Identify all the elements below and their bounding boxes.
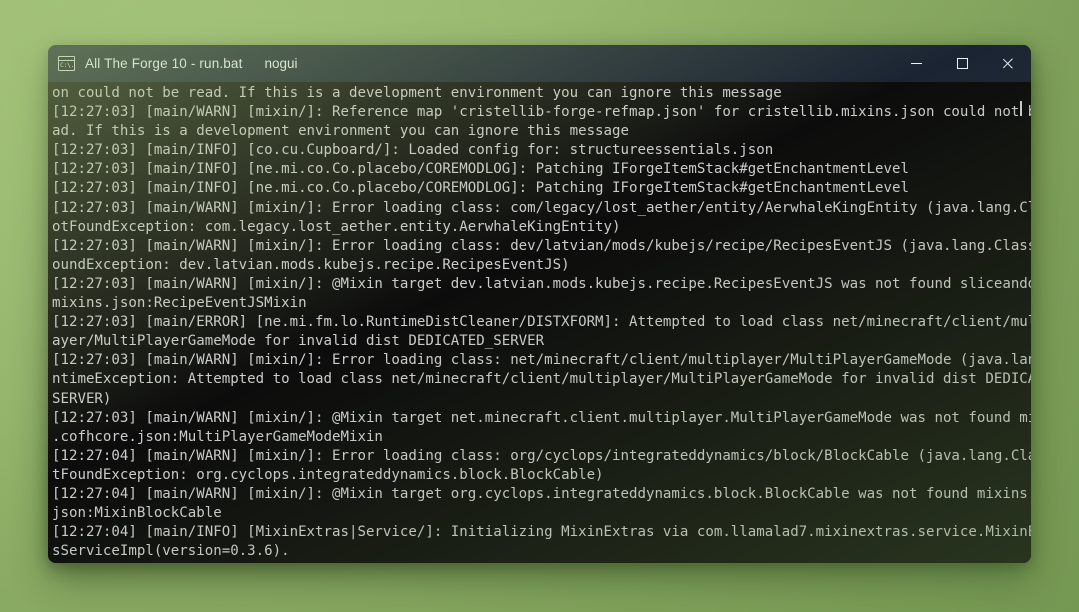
text-cursor: [1020, 101, 1022, 116]
desktop-background: ··· C:\. All The Forge 10 - run.bat nogu…: [0, 0, 1079, 612]
terminal-line: ntimeException: Attempted to load class …: [52, 371, 1031, 388]
terminal-line: [12:27:03] [main/INFO] [ne.mi.co.Co.plac…: [52, 180, 910, 197]
maximize-icon: [956, 58, 968, 69]
terminal-line: ad. If this is a development environment…: [52, 123, 629, 140]
terminal-line: oundException: dev.latvian.mods.kubejs.r…: [52, 256, 570, 273]
console-window: ··· C:\. All The Forge 10 - run.bat nogu…: [48, 45, 1031, 563]
cmd-icon-dots: ···: [64, 56, 73, 62]
terminal-line: mixins.json:RecipeEventJSMixin: [52, 295, 307, 312]
terminal-line: [12:27:03] [main/WARN] [mixin/]: Referen…: [52, 104, 1031, 121]
cmd-console-icon: ··· C:\.: [58, 56, 75, 71]
cmd-icon-prompt-text: C:\.: [60, 61, 75, 69]
terminal-line: .cofhcore.json:MultiPlayerGameModeMixin: [52, 428, 383, 445]
terminal-line: [12:27:03] [main/WARN] [mixin/]: @Mixin …: [52, 409, 1031, 426]
terminal-line: [12:27:04] [main/WARN] [mixin/]: Error l…: [52, 447, 1031, 464]
terminal-line: json:MixinBlockCable: [52, 505, 222, 522]
window-controls: [893, 45, 1031, 82]
terminal-line: [12:27:03] [main/ERROR] [ne.mi.fm.lo.Run…: [52, 314, 1031, 331]
terminal-line: SERVER): [52, 390, 112, 407]
window-title: All The Forge 10 - run.bat: [85, 56, 243, 71]
minimize-icon: [910, 63, 922, 64]
terminal-line: on could not be read. If this is a devel…: [52, 85, 782, 101]
window-title-args: nogui: [264, 56, 298, 71]
terminal-line: [12:27:04] [main/INFO] [MixinExtras|Serv…: [52, 524, 1031, 541]
close-icon: [1002, 57, 1015, 70]
terminal-line: [12:27:03] [main/INFO] [co.cu.Cupboard/]…: [52, 142, 774, 159]
terminal-line: otFoundException: com.legacy.lost_aether…: [52, 218, 621, 235]
title-bar-left-group: ··· C:\. All The Forge 10 - run.bat nogu…: [56, 56, 893, 71]
terminal-line: [12:27:03] [main/WARN] [mixin/]: Error l…: [52, 237, 1031, 254]
terminal-line: [12:27:03] [main/WARN] [mixin/]: Error l…: [52, 199, 1031, 216]
terminal-line: [12:27:03] [main/WARN] [mixin/]: Error l…: [52, 352, 1031, 369]
maximize-button[interactable]: [939, 45, 985, 82]
terminal-line: [12:27:03] [main/INFO] [ne.mi.co.Co.plac…: [52, 161, 910, 178]
terminal-line: ayer/MultiPlayerGameMode for invalid dis…: [52, 333, 545, 350]
terminal-line: tFoundException: org.cyclops.integratedd…: [52, 466, 604, 483]
terminal-output-area[interactable]: on could not be read. If this is a devel…: [48, 82, 1031, 563]
terminal-line: [12:27:03] [main/WARN] [mixin/]: @Mixin …: [52, 275, 1031, 292]
minimize-button[interactable]: [893, 45, 939, 82]
close-button[interactable]: [985, 45, 1031, 82]
terminal-line: sServiceImpl(version=0.3.6).: [52, 543, 290, 560]
terminal-lines: on could not be read. If this is a devel…: [52, 84, 1031, 563]
terminal-line: [12:27:04] [main/WARN] [mixin/]: @Mixin …: [52, 485, 1031, 502]
window-title-bar[interactable]: ··· C:\. All The Forge 10 - run.bat nogu…: [48, 45, 1031, 82]
terminal-line: [12:27:04] [main/INFO] [mixin/]: Mixing …: [52, 561, 1031, 563]
